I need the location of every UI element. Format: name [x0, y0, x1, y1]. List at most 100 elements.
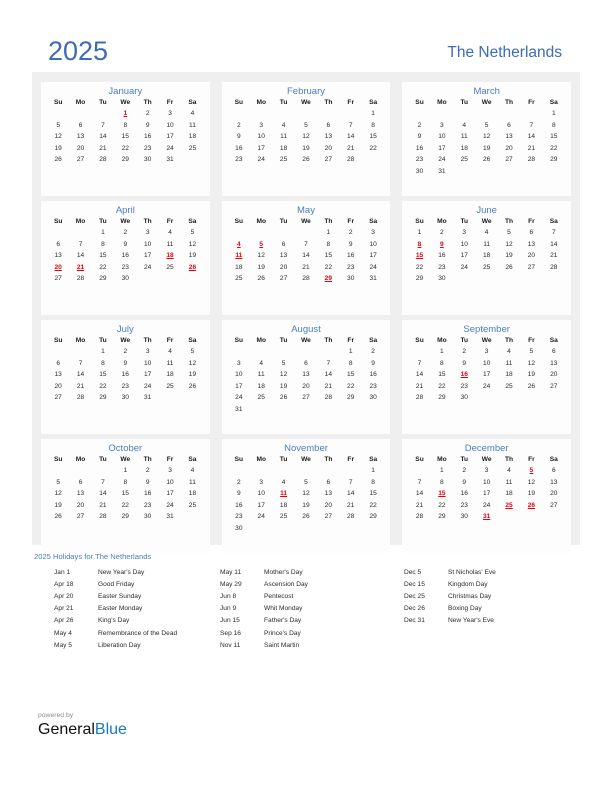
day-cell[interactable]: 30 — [114, 273, 136, 285]
day-cell[interactable]: 10 — [228, 369, 250, 381]
day-cell[interactable]: 5 — [498, 227, 520, 239]
day-cell[interactable]: 4 — [272, 477, 294, 489]
day-cell[interactable]: 5 — [47, 477, 69, 489]
day-cell[interactable]: 29 — [431, 392, 453, 404]
day-cell[interactable]: 18 — [498, 488, 520, 500]
day-cell[interactable]: 11 — [250, 369, 272, 381]
day-cell[interactable]: 27 — [69, 511, 91, 523]
day-cell[interactable]: 27 — [69, 154, 91, 166]
day-cell[interactable]: 19 — [520, 488, 542, 500]
day-cell[interactable]: 30 — [137, 154, 159, 166]
day-cell[interactable]: 14 — [317, 369, 339, 381]
day-cell[interactable]: 7 — [408, 358, 430, 370]
day-cell[interactable]: 6 — [47, 358, 69, 370]
day-cell[interactable]: 17 — [137, 250, 159, 262]
day-cell[interactable]: 20 — [272, 262, 294, 274]
day-cell[interactable]: 27 — [47, 392, 69, 404]
day-cell[interactable]: 19 — [295, 500, 317, 512]
day-cell[interactable]: 24 — [362, 262, 384, 274]
day-cell[interactable]: 3 — [159, 465, 181, 477]
day-cell[interactable]: 19 — [498, 250, 520, 262]
day-cell[interactable]: 15 — [431, 369, 453, 381]
day-cell[interactable]: 18 — [228, 262, 250, 274]
day-cell[interactable]: 18 — [181, 488, 203, 500]
day-cell[interactable]: 5 — [181, 346, 203, 358]
day-cell[interactable]: 1 — [340, 346, 362, 358]
day-cell[interactable]: 27 — [47, 273, 69, 285]
day-cell[interactable]: 16 — [228, 143, 250, 155]
day-cell[interactable]: 22 — [92, 381, 114, 393]
day-cell[interactable]: 14 — [340, 131, 362, 143]
day-cell[interactable]: 31 — [159, 511, 181, 523]
day-cell[interactable]: 7 — [317, 358, 339, 370]
day-cell[interactable]: 26 — [47, 511, 69, 523]
day-cell[interactable]: 8 — [92, 358, 114, 370]
day-cell[interactable]: 28 — [295, 273, 317, 285]
day-cell[interactable]: 27 — [543, 381, 565, 393]
day-cell[interactable]: 6 — [47, 239, 69, 251]
day-cell[interactable]: 16 — [362, 369, 384, 381]
day-cell[interactable]: 21 — [543, 250, 565, 262]
day-cell[interactable]: 7 — [408, 477, 430, 489]
day-cell[interactable]: 25 — [181, 143, 203, 155]
day-cell[interactable]: 13 — [47, 250, 69, 262]
day-cell[interactable]: 31 — [137, 392, 159, 404]
day-cell[interactable]: 10 — [159, 120, 181, 132]
day-cell[interactable]: 7 — [340, 477, 362, 489]
day-cell[interactable]: 4 — [453, 120, 475, 132]
day-cell[interactable]: 21 — [317, 381, 339, 393]
day-cell[interactable]: 7 — [543, 227, 565, 239]
day-cell[interactable]: 25 — [272, 511, 294, 523]
day-cell[interactable]: 24 — [137, 381, 159, 393]
day-cell[interactable]: 6 — [543, 346, 565, 358]
day-cell-holiday[interactable]: 16 — [453, 369, 475, 381]
day-cell[interactable]: 24 — [250, 511, 272, 523]
day-cell[interactable]: 16 — [114, 250, 136, 262]
day-cell[interactable]: 1 — [362, 465, 384, 477]
day-cell[interactable]: 22 — [362, 143, 384, 155]
day-cell[interactable]: 11 — [159, 239, 181, 251]
day-cell-holiday[interactable]: 5 — [250, 239, 272, 251]
day-cell[interactable]: 30 — [453, 511, 475, 523]
day-cell[interactable]: 27 — [317, 154, 339, 166]
day-cell[interactable]: 23 — [453, 381, 475, 393]
day-cell[interactable]: 23 — [431, 262, 453, 274]
day-cell[interactable]: 6 — [543, 465, 565, 477]
day-cell-holiday[interactable]: 11 — [228, 250, 250, 262]
day-cell[interactable]: 25 — [159, 262, 181, 274]
day-cell[interactable]: 16 — [340, 250, 362, 262]
day-cell[interactable]: 31 — [431, 166, 453, 178]
day-cell[interactable]: 28 — [69, 273, 91, 285]
day-cell[interactable]: 1 — [362, 108, 384, 120]
day-cell[interactable]: 12 — [181, 239, 203, 251]
day-cell[interactable]: 28 — [408, 392, 430, 404]
day-cell[interactable]: 9 — [137, 477, 159, 489]
day-cell[interactable]: 22 — [114, 143, 136, 155]
day-cell[interactable]: 21 — [520, 143, 542, 155]
day-cell[interactable]: 21 — [92, 500, 114, 512]
day-cell[interactable]: 13 — [317, 131, 339, 143]
day-cell[interactable]: 12 — [47, 488, 69, 500]
day-cell-holiday[interactable]: 8 — [408, 239, 430, 251]
day-cell[interactable]: 27 — [272, 273, 294, 285]
day-cell[interactable]: 10 — [159, 477, 181, 489]
day-cell-holiday[interactable]: 15 — [408, 250, 430, 262]
day-cell[interactable]: 23 — [362, 381, 384, 393]
day-cell[interactable]: 13 — [69, 131, 91, 143]
day-cell[interactable]: 6 — [295, 358, 317, 370]
day-cell[interactable]: 28 — [408, 511, 430, 523]
day-cell[interactable]: 13 — [317, 488, 339, 500]
day-cell[interactable]: 27 — [520, 262, 542, 274]
day-cell[interactable]: 19 — [181, 250, 203, 262]
day-cell[interactable]: 4 — [159, 346, 181, 358]
day-cell[interactable]: 8 — [114, 477, 136, 489]
day-cell[interactable]: 11 — [498, 477, 520, 489]
day-cell[interactable]: 12 — [181, 358, 203, 370]
day-cell[interactable]: 9 — [362, 358, 384, 370]
day-cell[interactable]: 4 — [498, 346, 520, 358]
day-cell[interactable]: 4 — [159, 227, 181, 239]
day-cell[interactable]: 12 — [250, 250, 272, 262]
day-cell[interactable]: 15 — [114, 131, 136, 143]
day-cell[interactable]: 12 — [520, 358, 542, 370]
day-cell[interactable]: 12 — [272, 369, 294, 381]
